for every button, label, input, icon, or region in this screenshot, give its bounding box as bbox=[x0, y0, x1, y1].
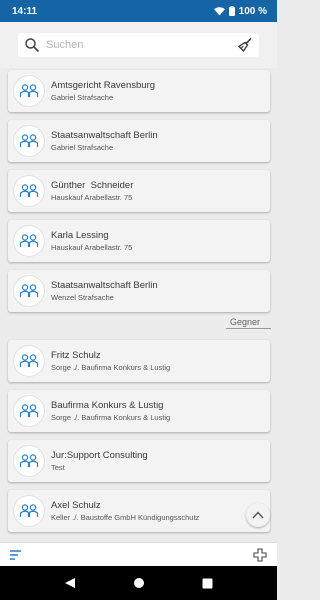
people-icon bbox=[19, 184, 39, 197]
list-item[interactable]: Amtsgericht Ravensburg Gabriel Strafsache bbox=[8, 70, 270, 112]
list-item-title: Amtsgericht Ravensburg bbox=[51, 80, 156, 91]
wifi-icon bbox=[213, 6, 225, 16]
avatar bbox=[14, 276, 44, 306]
avatar bbox=[14, 396, 44, 426]
status-icons: 100 % bbox=[213, 5, 267, 17]
list-item-subtitle: Gabriel Strafsache bbox=[51, 143, 114, 152]
home-circle-icon[interactable] bbox=[133, 577, 145, 589]
list-item-subtitle: Gabriel Strafsache bbox=[51, 93, 114, 102]
search-icon bbox=[25, 38, 40, 53]
list-item-title: Fritz Schulz bbox=[51, 350, 101, 361]
list-item[interactable]: Fritz Schulz Sorge ./. Baufirma Konkurs &… bbox=[8, 340, 270, 382]
search-input[interactable] bbox=[46, 39, 237, 51]
avatar bbox=[14, 346, 44, 376]
people-icon bbox=[19, 354, 39, 367]
avatar bbox=[14, 446, 44, 476]
list-item-subtitle: Test bbox=[51, 463, 65, 472]
avatar bbox=[14, 176, 44, 206]
list-item-subtitle: Sorge ./. Baufirma Konkurs & Lustig bbox=[51, 363, 171, 372]
contact-list: Amtsgericht Ravensburg Gabriel Strafsache… bbox=[0, 68, 277, 542]
list-item-title: Staatsanwaltschaft Berlin bbox=[51, 130, 158, 141]
avatar bbox=[14, 76, 44, 106]
list-item-title: Axel Schulz bbox=[51, 500, 101, 511]
list-item[interactable]: Günther Schneider Hauskauf Arabellastr. 7… bbox=[8, 170, 270, 212]
people-icon bbox=[19, 134, 39, 147]
list-item-title: Jur:Support Consulting bbox=[51, 450, 148, 461]
people-icon bbox=[19, 234, 39, 247]
avatar bbox=[14, 226, 44, 256]
chevron-up-icon bbox=[252, 511, 264, 519]
people-icon bbox=[19, 504, 39, 517]
back-triangle-icon[interactable] bbox=[64, 577, 76, 589]
battery-icon bbox=[228, 6, 235, 16]
scroll-top-button[interactable] bbox=[246, 503, 270, 527]
section-label-opponents: Gegner bbox=[226, 317, 271, 329]
list-item-subtitle: Wenzel Strafsache bbox=[51, 293, 114, 302]
bottom-app-bar bbox=[0, 542, 277, 566]
people-icon bbox=[19, 84, 39, 97]
status-bar: 14:11 100 % bbox=[0, 0, 277, 22]
people-icon bbox=[19, 404, 39, 417]
broom-icon[interactable] bbox=[237, 37, 253, 53]
system-nav-bar bbox=[0, 566, 277, 600]
menu-lines-icon[interactable] bbox=[10, 549, 22, 560]
list-item-title: Günther Schneider bbox=[51, 180, 134, 191]
list-item-title: Staatsanwaltschaft Berlin bbox=[51, 280, 158, 291]
list-item[interactable]: Staatsanwaltschaft Berlin Wenzel Strafsac… bbox=[8, 270, 270, 312]
avatar bbox=[14, 496, 44, 526]
list-item[interactable]: Karla Lessing Hauskauf Arabellastr. 75 bbox=[8, 220, 270, 262]
list-item-subtitle: Hauskauf Arabellastr. 75 bbox=[51, 243, 133, 252]
list-item[interactable]: Staatsanwaltschaft Berlin Gabriel Strafsa… bbox=[8, 120, 270, 162]
list-item[interactable]: Axel Schulz Keller ./. Baustoffe GmbH Kün… bbox=[8, 490, 270, 532]
list-item[interactable]: Baufirma Konkurs & Lustig Sorge ./. Baufi… bbox=[8, 390, 270, 432]
search-box[interactable] bbox=[18, 33, 259, 57]
people-icon bbox=[19, 284, 39, 297]
search-area bbox=[0, 22, 277, 68]
battery-percent: 100 % bbox=[238, 5, 267, 17]
list-item-subtitle: Sorge ./. Baufirma Konkurs & Lustig bbox=[51, 413, 171, 422]
people-icon bbox=[19, 454, 39, 467]
list-item-subtitle: Keller ./. Baustoffe GmbH Kündigungsschu… bbox=[51, 513, 200, 522]
list-item-subtitle: Hauskauf Arabellastr. 75 bbox=[51, 193, 133, 202]
avatar bbox=[14, 126, 44, 156]
list-item-title: Baufirma Konkurs & Lustig bbox=[51, 400, 164, 411]
add-contact-icon[interactable] bbox=[253, 547, 267, 562]
status-time: 14:11 bbox=[12, 5, 38, 17]
list-item[interactable]: Jur:Support Consulting Test bbox=[8, 440, 270, 482]
recents-square-icon[interactable] bbox=[202, 578, 213, 589]
list-item-title: Karla Lessing bbox=[51, 230, 109, 241]
